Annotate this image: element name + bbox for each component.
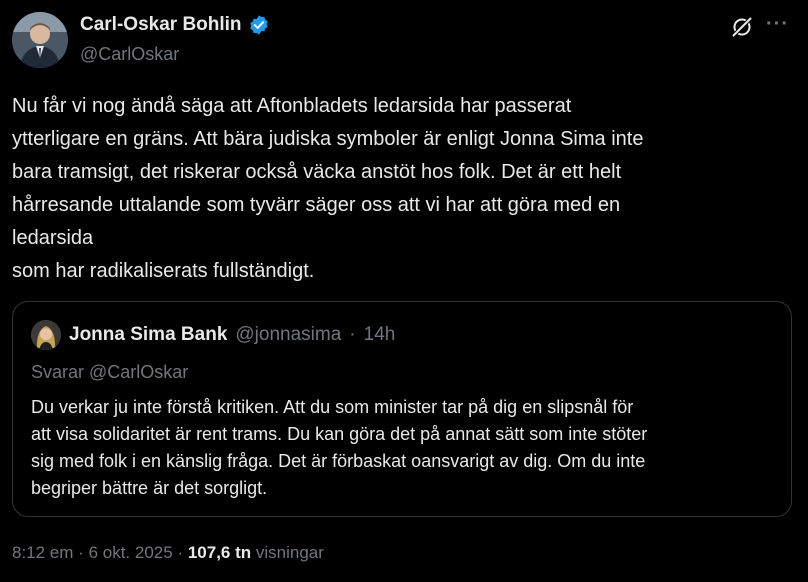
tweet-text-line: som har radikaliserats fullständigt. [12, 260, 315, 282]
quoted-tweet-text: Du verkar ju inte förstå kritiken. Att d… [31, 394, 781, 502]
views-count[interactable]: 107,6 tn [188, 543, 251, 562]
views-label: visningar [255, 543, 324, 562]
quoted-reply-to: Svarar @CarlOskar [31, 362, 189, 382]
author-display-name[interactable]: Carl-Oskar Bohlin [80, 14, 242, 36]
author-avatar[interactable] [12, 12, 68, 68]
tweet-footer: 8:12 em · 6 okt. 2025 · 107,6 tn visning… [12, 543, 324, 563]
quoted-tweet[interactable]: Jonna Sima Bank @jonnasima · 14h Svarar … [12, 301, 792, 517]
profile-avatar-image [12, 12, 68, 68]
verified-badge-icon [248, 14, 270, 36]
grok-icon[interactable] [730, 15, 754, 39]
quoted-timestamp: 14h [363, 324, 396, 345]
author-handle[interactable]: @CarlOskar [80, 44, 179, 65]
quoted-author-handle: @jonnasima [235, 324, 342, 345]
quoted-text-line: sig med folk i en känslig fråga. Det är … [31, 451, 646, 471]
quoted-text-line: Du verkar ju inte förstå kritiken. Att d… [31, 397, 634, 417]
quoted-text-line: att visa solidaritet är rent trams. Du k… [31, 424, 648, 444]
post-time[interactable]: 8:12 em [12, 543, 73, 562]
quoted-separator: · [349, 324, 356, 345]
tweet-text-line: bara tramsigt, det riskerar också väcka … [12, 161, 622, 183]
quoted-author-avatar [31, 320, 61, 350]
quoted-author-name: Jonna Sima Bank [69, 324, 228, 345]
tweet: Carl-Oskar Bohlin @CarlOskar ··· Nu får … [0, 0, 808, 582]
quoted-text-line: begriper bättre är det sorgligt. [31, 478, 268, 498]
footer-separator: · [177, 543, 184, 562]
quoted-tweet-header: Jonna Sima Bank @jonnasima · 14h [31, 320, 395, 350]
tweet-text-line: hårresande uttalande som tyvärr säger os… [12, 194, 621, 216]
tweet-text: Nu får vi nog ändå säga att Aftonbladets… [12, 90, 792, 288]
tweet-text-line: ledarsida [12, 227, 94, 249]
tweet-text-line: Nu får vi nog ändå säga att Aftonbladets… [12, 95, 572, 117]
more-options-icon[interactable]: ··· [766, 14, 792, 40]
post-date[interactable]: 6 okt. 2025 [89, 543, 173, 562]
footer-separator: · [78, 543, 84, 562]
author-name-row: Carl-Oskar Bohlin [80, 14, 270, 36]
tweet-text-line: ytterligare en gräns. Att bära judiska s… [12, 128, 644, 150]
